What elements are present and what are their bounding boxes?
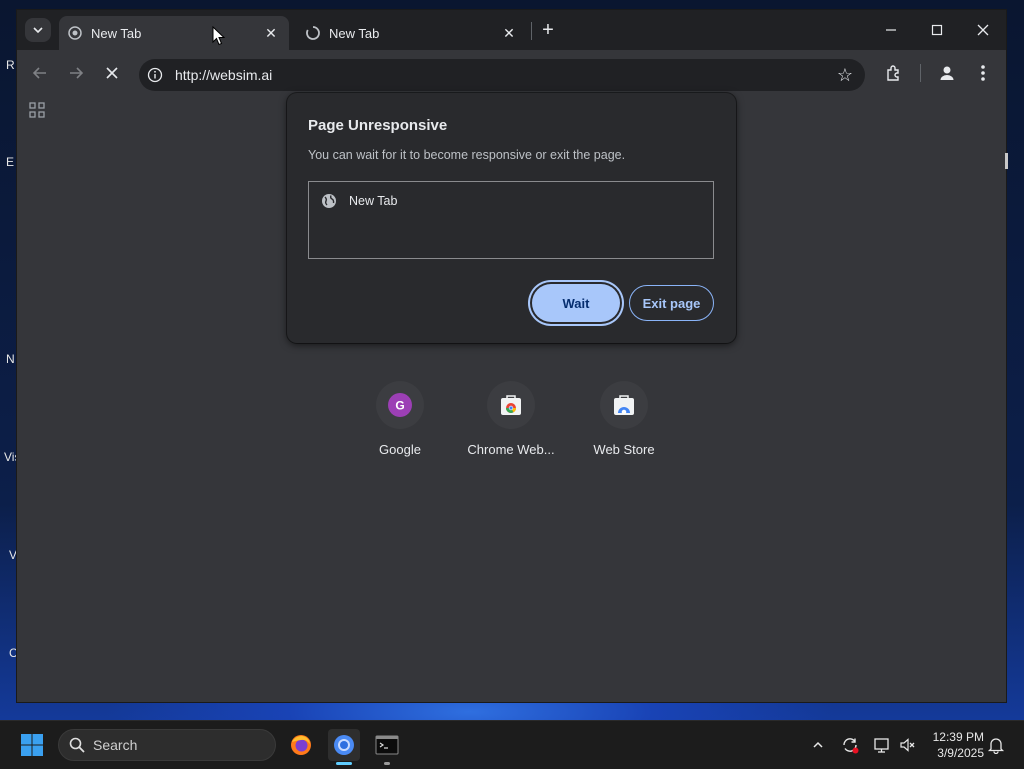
tab-close-icon[interactable]: ✕ bbox=[499, 23, 519, 43]
address-bar-url[interactable]: http://websim.ai bbox=[175, 67, 272, 83]
loading-spinner-icon bbox=[305, 25, 321, 41]
tab-strip: New Tab ✕ New Tab ✕ + bbox=[17, 10, 1006, 50]
taskbar-terminal[interactable] bbox=[371, 729, 403, 765]
taskbar: Search 12:39 PM 3/9/2025 bbox=[0, 720, 1024, 769]
desktop-icon-label[interactable]: N bbox=[6, 352, 15, 366]
wait-button[interactable]: Wait bbox=[532, 284, 620, 322]
tab-title: New Tab bbox=[329, 25, 380, 41]
sync-icon bbox=[843, 738, 859, 754]
close-window-button[interactable] bbox=[960, 10, 1006, 50]
google-favicon-letter: G bbox=[395, 399, 404, 413]
network-icon bbox=[874, 738, 889, 753]
desktop-icon-label[interactable]: V bbox=[9, 548, 17, 562]
stop-icon bbox=[106, 67, 118, 79]
maximize-icon bbox=[931, 24, 943, 36]
toolbar-divider bbox=[920, 64, 921, 82]
shortcut-icon-container: G bbox=[376, 381, 424, 429]
back-button[interactable] bbox=[29, 62, 51, 84]
shortcut-label: Chrome Web... bbox=[467, 442, 555, 457]
globe-icon bbox=[322, 194, 336, 208]
person-icon bbox=[940, 66, 954, 80]
tab-search-button[interactable] bbox=[25, 18, 51, 42]
forward-button[interactable] bbox=[65, 62, 87, 84]
dialog-title: Page Unresponsive bbox=[308, 117, 448, 134]
search-placeholder: Search bbox=[93, 737, 138, 753]
exit-page-button[interactable]: Exit page bbox=[629, 285, 714, 321]
arrow-left-icon bbox=[32, 67, 46, 79]
tab-favicon-icon bbox=[67, 25, 83, 41]
firefox-icon bbox=[291, 735, 311, 755]
address-bar[interactable]: http://websim.ai ☆ bbox=[139, 59, 865, 91]
stop-loading-button[interactable] bbox=[101, 62, 123, 84]
bookmark-star-icon[interactable]: ☆ bbox=[837, 65, 853, 86]
taskbar-search-box[interactable]: Search bbox=[58, 729, 276, 761]
tab-close-icon[interactable]: ✕ bbox=[261, 23, 281, 43]
apps-grid-icon[interactable] bbox=[29, 102, 45, 118]
tab-divider bbox=[531, 22, 532, 40]
info-icon[interactable] bbox=[147, 67, 163, 83]
chrome-icon bbox=[334, 735, 354, 755]
profile-button[interactable] bbox=[936, 62, 958, 84]
tray-sync[interactable] bbox=[840, 735, 860, 755]
web-store-icon bbox=[614, 395, 634, 415]
clock-date: 3/9/2025 bbox=[937, 746, 984, 760]
mouse-cursor-icon bbox=[212, 26, 226, 46]
shortcut-label: Web Store bbox=[593, 442, 655, 457]
taskbar-firefox[interactable] bbox=[285, 729, 317, 761]
close-icon bbox=[977, 24, 989, 36]
notifications-button[interactable] bbox=[986, 735, 1006, 755]
taskbar-clock[interactable]: 12:39 PM 3/9/2025 bbox=[924, 729, 984, 761]
tray-volume[interactable] bbox=[898, 735, 918, 755]
desktop-icon-label[interactable]: R bbox=[6, 58, 15, 72]
tray-overflow-button[interactable] bbox=[808, 735, 828, 755]
scrollbar-thumb[interactable] bbox=[1005, 153, 1008, 169]
shortcut-chrome-web-store[interactable]: Chrome Web... bbox=[461, 381, 561, 457]
shortcut-label: Google bbox=[379, 442, 421, 457]
unresponsive-pages-list: New Tab bbox=[308, 181, 714, 259]
tab-new-tab-loading[interactable]: New Tab ✕ bbox=[297, 16, 527, 50]
tray-network[interactable] bbox=[872, 735, 892, 755]
shortcut-google[interactable]: G Google bbox=[350, 381, 450, 457]
running-app-indicator bbox=[384, 762, 390, 765]
terminal-icon bbox=[375, 735, 399, 755]
browser-toolbar: http://websim.ai ☆ bbox=[17, 50, 1006, 96]
new-tab-button[interactable]: + bbox=[537, 19, 559, 41]
desktop-icons: R E N Vis V C bbox=[0, 50, 20, 670]
extensions-button[interactable] bbox=[883, 62, 905, 84]
shortcut-icon-container bbox=[600, 381, 648, 429]
list-item-label: New Tab bbox=[349, 194, 398, 208]
google-favicon-icon: G bbox=[388, 393, 412, 417]
puzzle-piece-icon bbox=[887, 65, 899, 81]
more-vertical-icon bbox=[981, 65, 985, 81]
chevron-down-icon bbox=[33, 27, 43, 34]
bell-icon bbox=[987, 738, 1005, 754]
shortcut-web-store[interactable]: Web Store bbox=[574, 381, 674, 457]
tab-new-tab-active[interactable]: New Tab ✕ bbox=[59, 16, 289, 50]
active-app-indicator bbox=[336, 762, 352, 765]
chrome-web-store-icon bbox=[501, 395, 521, 415]
search-icon bbox=[69, 737, 85, 753]
minimize-button[interactable] bbox=[868, 10, 914, 50]
windows-start-icon[interactable] bbox=[20, 733, 44, 757]
dialog-message: You can wait for it to become responsive… bbox=[308, 148, 626, 162]
minimize-icon bbox=[886, 29, 896, 31]
chevron-up-icon bbox=[813, 741, 823, 748]
maximize-button[interactable] bbox=[914, 10, 960, 50]
list-item: New Tab bbox=[321, 193, 397, 209]
shortcut-tiles: G Google Chrome Web... Web Store bbox=[367, 381, 657, 471]
tab-title: New Tab bbox=[91, 25, 142, 41]
volume-muted-icon bbox=[900, 738, 915, 752]
shortcut-icon-container bbox=[487, 381, 535, 429]
arrow-right-icon bbox=[70, 67, 84, 79]
page-unresponsive-dialog: Page Unresponsive You can wait for it to… bbox=[287, 93, 736, 343]
menu-button[interactable] bbox=[972, 62, 994, 84]
clock-time: 12:39 PM bbox=[932, 730, 984, 744]
desktop-icon-label[interactable]: E bbox=[6, 155, 14, 169]
taskbar-chrome[interactable] bbox=[328, 729, 360, 765]
